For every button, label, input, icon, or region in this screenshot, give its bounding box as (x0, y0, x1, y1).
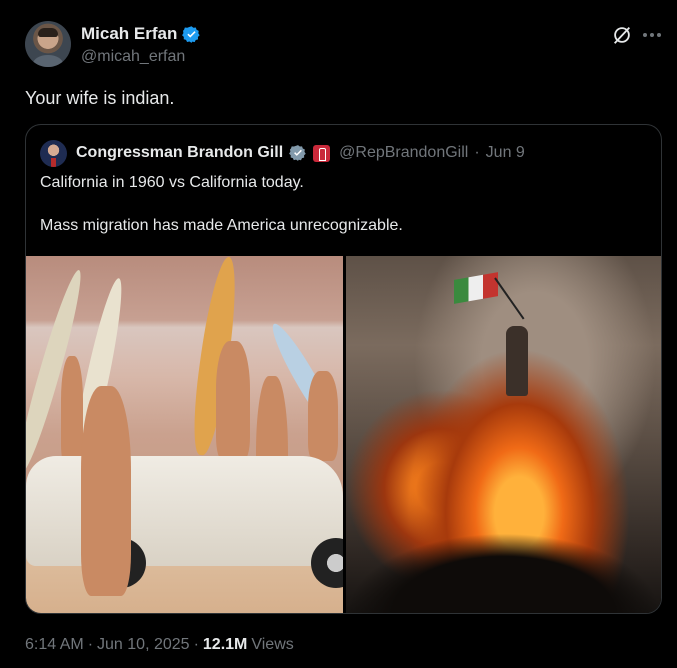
quoted-avatar[interactable] (40, 139, 67, 167)
quoted-text-line-2: Mass migration has made America unrecogn… (40, 217, 403, 234)
mexican-flag (454, 272, 498, 304)
author-handle[interactable]: @micah_erfan (81, 48, 185, 66)
tweet-meta: 6:14 AM · Jun 10, 2025 · 12.1M Views (25, 636, 294, 654)
quoted-tweet[interactable]: Congressman Brandon Gill @RepBrandonGill… (25, 124, 662, 614)
meta-separator: · (193, 636, 199, 653)
quoted-display-name[interactable]: Congressman Brandon Gill (76, 144, 283, 162)
tweet: Micah Erfan @micah_erfan Your wife is in… (0, 0, 677, 668)
beach-1960-photo[interactable] (26, 256, 343, 613)
quoted-separator: · (474, 144, 480, 161)
quoted-handle[interactable]: @RepBrandonGill (339, 144, 468, 162)
tweet-text: Your wife is indian. (25, 88, 175, 108)
quoted-date[interactable]: Jun 9 (486, 144, 525, 162)
person (308, 371, 338, 461)
grok-icon[interactable] (611, 24, 633, 46)
more-dot (643, 33, 647, 37)
verified-badge-icon[interactable] (182, 25, 201, 44)
house-affiliation-icon[interactable] (313, 144, 331, 162)
burning-debris (346, 533, 661, 613)
more-icon[interactable] (642, 25, 662, 45)
views-label: Views (251, 636, 294, 653)
convertible-car (26, 456, 343, 566)
person (216, 341, 250, 461)
views-count[interactable]: 12.1M (203, 636, 247, 654)
quoted-text-line-1: California in 1960 vs California today. (40, 174, 304, 191)
author-display-name[interactable]: Micah Erfan (81, 24, 177, 44)
tweet-date[interactable]: Jun 10, 2025 (97, 636, 190, 654)
author-avatar[interactable] (25, 21, 71, 67)
flag-pole (494, 277, 525, 320)
person (61, 356, 83, 466)
flag-bearer (506, 326, 528, 396)
riot-fire-photo[interactable] (346, 256, 661, 613)
person (81, 386, 131, 596)
avatar-shirt (33, 55, 63, 67)
more-dot (650, 33, 654, 37)
tweet-time[interactable]: 6:14 AM (25, 636, 84, 654)
meta-separator: · (87, 636, 94, 653)
more-dot (657, 33, 661, 37)
gov-verified-badge-icon[interactable] (289, 144, 307, 162)
avatar-hair (38, 28, 58, 37)
author-name-row: Micah Erfan (81, 24, 201, 44)
quoted-header: Congressman Brandon Gill @RepBrandonGill… (40, 139, 525, 167)
quoted-media (26, 256, 661, 613)
